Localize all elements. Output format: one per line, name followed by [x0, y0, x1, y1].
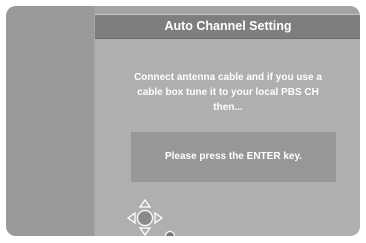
round-button-icon	[164, 230, 176, 236]
message-line: cable box tune it to your local PBS CH	[137, 87, 319, 98]
enter-button-icon	[136, 209, 154, 227]
message-line: Connect antenna cable and if you use a	[134, 72, 322, 83]
enter-key-prompt: Please press the ENTER key.	[131, 132, 336, 182]
tv-screen: Auto Channel Setting Connect antenna cab…	[6, 6, 360, 236]
auto-channel-setting-dialog: Auto Channel Setting Connect antenna cab…	[95, 14, 360, 236]
dialog-title: Auto Channel Setting	[95, 15, 360, 39]
arrow-up-icon	[138, 198, 152, 208]
arrow-down-icon	[138, 227, 152, 236]
dpad-enter-icon	[126, 198, 176, 236]
instruction-message: Connect antenna cable and if you use a c…	[115, 70, 341, 115]
left-margin	[6, 6, 94, 236]
remote-control-hint	[125, 198, 185, 236]
arrow-left-icon	[126, 211, 136, 225]
message-line: then...	[213, 102, 243, 113]
arrow-right-icon	[154, 211, 164, 225]
